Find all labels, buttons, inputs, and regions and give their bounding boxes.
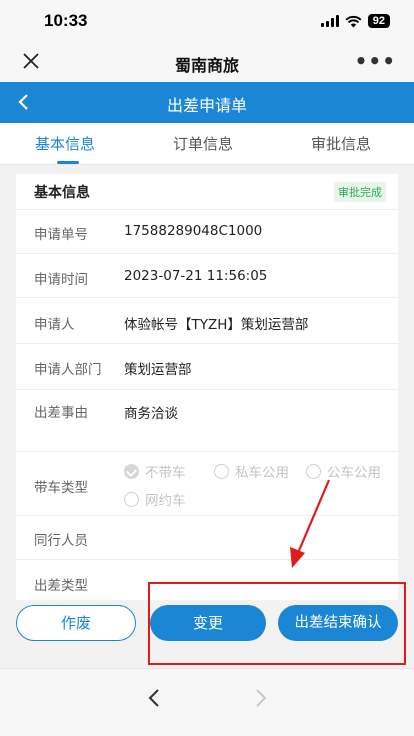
row-reason: 出差事由 商务洽谈 <box>16 390 398 452</box>
radio-unchecked-icon <box>306 463 321 479</box>
radio-ride-hailing-label: 网约车 <box>145 493 186 509</box>
tab-approval-info[interactable]: 审批信息 <box>311 133 371 154</box>
vehicle-type-label: 带车类型 <box>34 480 88 496</box>
radio-ride-hailing[interactable]: 网约车 <box>124 489 186 509</box>
department-label: 申请人部门 <box>34 362 102 378</box>
reason-value: 商务洽谈 <box>124 406 178 422</box>
row-application-time: 申请时间 2023-07-21 11:56:05 <box>16 254 398 298</box>
nav-bar: 出差申请单 <box>0 82 414 123</box>
application-time-label: 申请时间 <box>34 272 88 288</box>
radio-no-car-label: 不带车 <box>145 465 186 481</box>
radio-unchecked-icon <box>124 491 139 507</box>
radio-no-car[interactable]: 不带车 <box>124 461 186 481</box>
end-trip-confirm-button[interactable]: 出差结束确认 <box>278 605 398 641</box>
tab-order-info[interactable]: 订单信息 <box>173 133 233 154</box>
radio-private-car-label: 私车公用 <box>235 465 289 481</box>
applicant-value: 体验帐号【TYZH】策划运营部 <box>124 317 309 333</box>
void-button[interactable]: 作废 <box>16 605 136 641</box>
change-button[interactable]: 变更 <box>150 605 266 641</box>
more-icon[interactable]: ••• <box>355 49 396 73</box>
tab-bar: 基本信息 订单信息 审批信息 <box>0 123 414 165</box>
row-companions: 同行人员 <box>16 516 398 560</box>
row-applicant: 申请人 体验帐号【TYZH】策划运营部 <box>16 298 398 344</box>
row-trip-type: 出差类型 <box>16 560 398 600</box>
radio-company-car-label: 公车公用 <box>327 465 381 481</box>
applicant-label: 申请人 <box>34 317 75 333</box>
active-tab-indicator <box>57 161 79 164</box>
reason-label: 出差事由 <box>34 405 88 421</box>
department-value: 策划运营部 <box>124 362 192 378</box>
basic-info-card: 基本信息 审批完成 申请单号 17588289048C1000 申请时间 202… <box>16 174 398 600</box>
status-bar: 10:33 92 <box>0 0 414 44</box>
status-time: 10:33 <box>44 11 88 30</box>
application-no-label: 申请单号 <box>34 227 88 243</box>
companions-label: 同行人员 <box>34 533 88 549</box>
radio-checked-icon <box>124 463 139 479</box>
trip-type-label: 出差类型 <box>34 578 88 594</box>
radio-unchecked-icon <box>214 463 229 479</box>
application-time-value: 2023-07-21 11:56:05 <box>124 268 268 284</box>
tab-basic-info[interactable]: 基本信息 <box>35 133 95 154</box>
row-vehicle-type: 带车类型 不带车 私车公用 公车公用 网约车 <box>16 452 398 516</box>
battery-icon: 92 <box>367 14 390 28</box>
application-no-value: 17588289048C1000 <box>124 223 263 239</box>
status-icons: 92 <box>320 14 390 28</box>
row-department: 申请人部门 策划运营部 <box>16 344 398 390</box>
wifi-icon <box>345 15 362 27</box>
radio-private-car[interactable]: 私车公用 <box>214 461 289 481</box>
browser-back-icon[interactable] <box>145 687 163 709</box>
app-bar: 蜀南商旅 ••• <box>0 44 414 82</box>
signal-icon <box>320 15 339 27</box>
browser-forward-icon[interactable] <box>252 687 270 709</box>
row-application-no: 申请单号 17588289048C1000 <box>16 210 398 254</box>
app-title: 蜀南商旅 <box>174 56 239 75</box>
card-header: 基本信息 审批完成 <box>16 174 398 210</box>
card-title: 基本信息 <box>34 185 90 201</box>
radio-company-car[interactable]: 公车公用 <box>306 461 381 481</box>
page-title: 出差申请单 <box>166 96 247 115</box>
status-badge: 审批完成 <box>334 182 386 202</box>
browser-toolbar <box>0 668 414 736</box>
